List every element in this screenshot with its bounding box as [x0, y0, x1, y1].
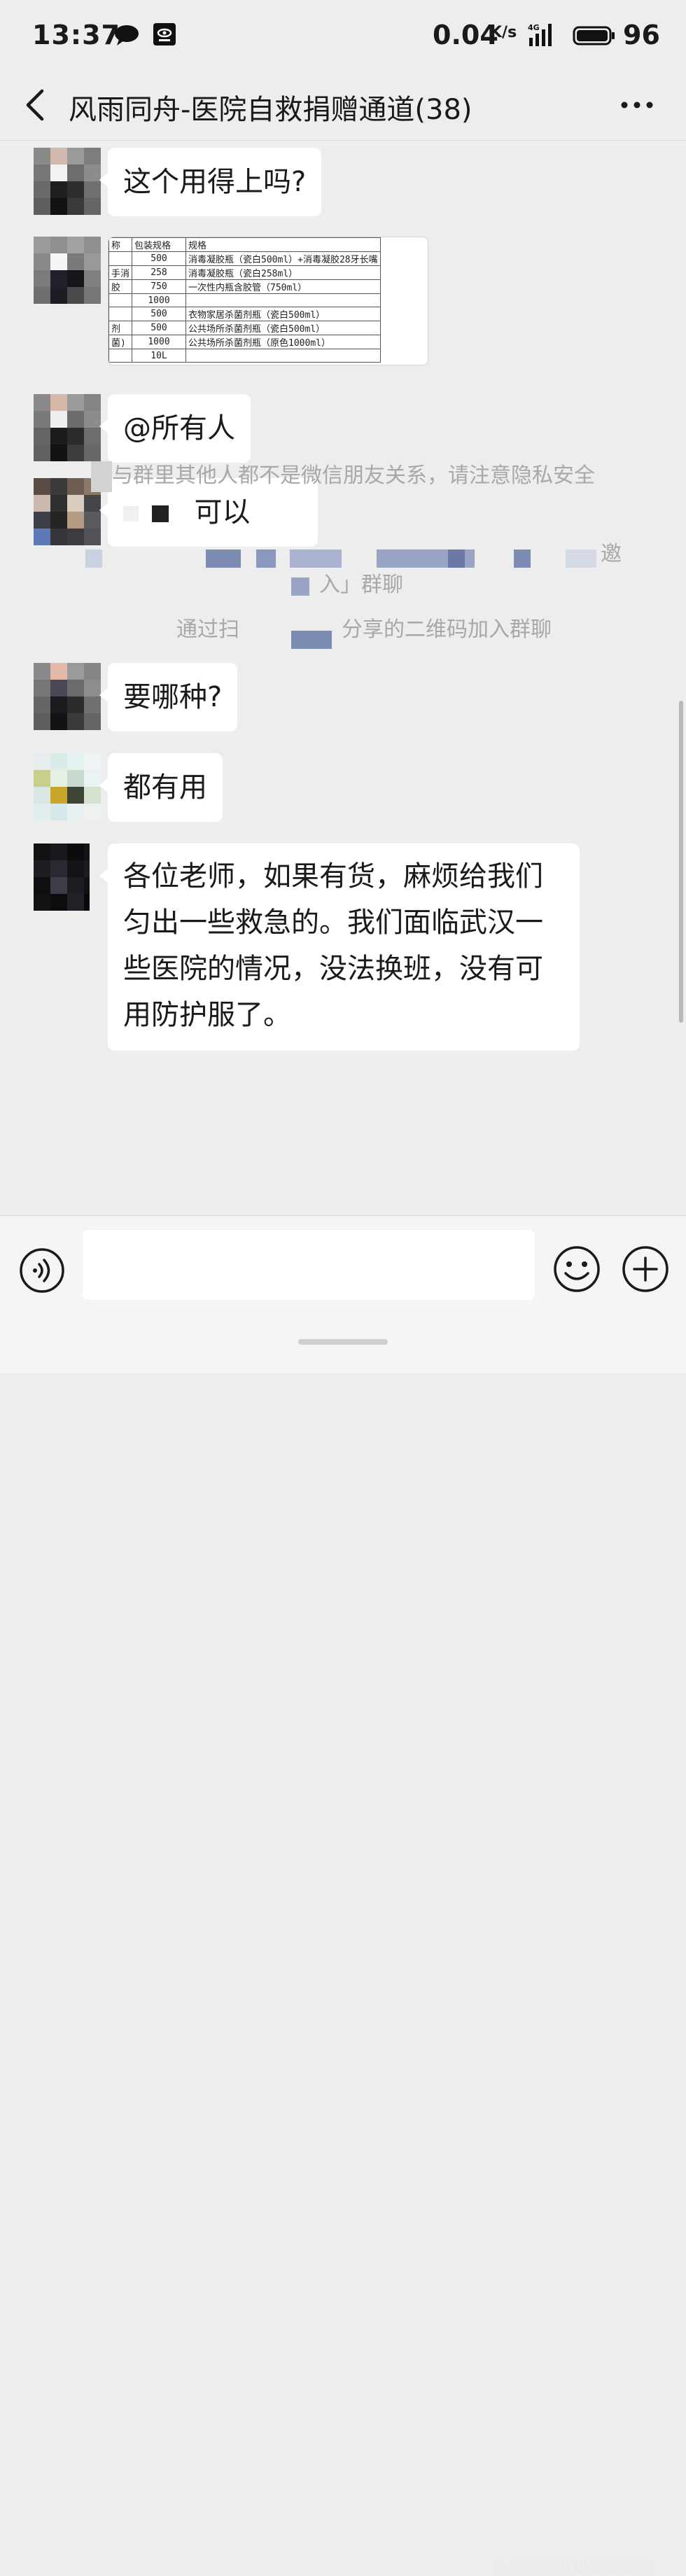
net-speed: 0.04: [433, 20, 498, 50]
redacted-block: [151, 505, 169, 522]
table-cell: [108, 349, 133, 363]
scrollbar[interactable]: [679, 701, 683, 1023]
chat-header: 风雨同舟-医院自救捐赠通道(38): [0, 70, 686, 141]
signal-icon: 4G: [528, 23, 552, 46]
system-notice-text: 邀: [601, 542, 622, 566]
table-cell: 500: [132, 251, 187, 266]
table-cell: 剂: [108, 321, 133, 335]
system-notice: 与群里其他人都不是微信朋友关系，请注意隐私安全: [63, 460, 623, 492]
avatar[interactable]: [34, 753, 101, 820]
avatar[interactable]: [34, 394, 101, 461]
table-cell: 500: [132, 307, 187, 321]
back-arrow-icon[interactable]: [18, 85, 55, 125]
table-cell: [186, 293, 381, 307]
spreadsheet-table: 称 包装规格 规格 500 消毒凝胶瓶（瓷白500ml）+消毒凝胶28牙长嘴 手…: [108, 237, 381, 363]
table-cell: 衣物家居杀菌剂瓶（瓷白500ml）: [186, 307, 381, 321]
message-bubble[interactable]: 都有用: [99, 753, 223, 822]
table-row: 剂 500 公共场所杀菌剂瓶（瓷白500ml）: [108, 321, 381, 335]
table-cell: 菌): [108, 335, 133, 349]
table-cell: [108, 307, 133, 321]
chat-history[interactable]: 这个用得上吗? 称 包装规格 规格 500 消毒凝胶瓶（瓷白500ml）+消毒凝…: [0, 141, 686, 1214]
table-row: 500 衣物家居杀菌剂瓶（瓷白500ml）: [108, 307, 381, 321]
table-cell: 1000: [132, 335, 187, 349]
table-cell: [108, 293, 133, 307]
image-message[interactable]: 称 包装规格 规格 500 消毒凝胶瓶（瓷白500ml）+消毒凝胶28牙长嘴 手…: [108, 237, 428, 365]
battery-percent: 96: [623, 20, 660, 50]
emoji-icon[interactable]: [552, 1244, 602, 1294]
avatar[interactable]: [34, 844, 90, 911]
avatar[interactable]: [34, 237, 101, 304]
table-row: 10L: [108, 349, 381, 363]
battery-icon: [573, 26, 615, 46]
table-cell: 500: [132, 321, 187, 335]
table-header-row: 称 包装规格 规格: [108, 237, 381, 252]
table-cell: 规格: [186, 237, 381, 252]
chat-title: 风雨同舟-医院自救捐赠通道(38): [69, 94, 472, 126]
table-cell: 消毒凝胶瓶（瓷白258ml）: [186, 265, 381, 280]
watermark: 头条社区/nCoV之公益_科: [496, 2558, 657, 2575]
table-cell: 258: [132, 265, 187, 280]
table-cell: 手消: [108, 265, 133, 280]
redacted-block: [123, 506, 139, 522]
table-row: 1000: [108, 293, 381, 307]
plus-icon[interactable]: [620, 1244, 671, 1294]
table-cell: [108, 251, 133, 266]
redacted-block: [91, 461, 112, 492]
message-bubble[interactable]: @所有人: [99, 394, 251, 463]
system-notice-text: 入」群聊: [319, 573, 403, 597]
table-row: 胶 750 一次性内瓶含胶管（750ml）: [108, 279, 381, 294]
net-speed-unit: K/s: [490, 24, 517, 41]
table-cell: 称: [108, 237, 133, 252]
chat-bubble-icon: [115, 25, 139, 46]
system-notice-text: 分享的二维码加入群聊: [342, 617, 552, 642]
table-cell: 10L: [132, 349, 187, 363]
table-cell: 1000: [132, 293, 187, 307]
table-cell: [186, 349, 381, 363]
table-cell: 包装规格: [132, 237, 187, 252]
system-notice-text: 通过扫: [176, 617, 239, 642]
table-row: 手消 258 消毒凝胶瓶（瓷白258ml）: [108, 265, 381, 280]
table-row: 菌) 1000 公共场所杀菌剂瓶（原色1000ml）: [108, 335, 381, 349]
table-cell: 胶: [108, 279, 133, 294]
more-dots-icon[interactable]: [616, 90, 658, 120]
message-text: 可以: [194, 496, 251, 528]
table-cell: 一次性内瓶含胶管（750ml）: [186, 279, 381, 294]
system-notice: 通过扫 分享的二维码加入群聊: [0, 614, 686, 649]
table-cell: 750: [132, 279, 187, 294]
voice-icon[interactable]: [18, 1247, 66, 1294]
table-row: 500 消毒凝胶瓶（瓷白500ml）+消毒凝胶28牙长嘴: [108, 251, 381, 266]
app-icon: [153, 23, 176, 46]
message-bubble[interactable]: 要哪种?: [99, 663, 238, 732]
table-cell: 公共场所杀菌剂瓶（原色1000ml）: [186, 335, 381, 349]
table-cell: 公共场所杀菌剂瓶（瓷白500ml）: [186, 321, 381, 335]
home-indicator[interactable]: [298, 1339, 388, 1345]
table-cell: 消毒凝胶瓶（瓷白500ml）+消毒凝胶28牙长嘴: [186, 251, 381, 266]
input-bar: 头条社区/nCoV之公益_科: [0, 1215, 686, 2575]
svg-text:4G: 4G: [528, 23, 540, 32]
status-time: 13:37: [32, 20, 120, 50]
message-bubble[interactable]: 这个用得上吗?: [99, 148, 322, 216]
message-input[interactable]: [83, 1230, 535, 1300]
message-bubble[interactable]: 各位老师，如果有货，麻烦给我们匀出一些救急的。我们面临武汉一些医院的情况，没法换…: [99, 844, 580, 1051]
avatar[interactable]: [34, 663, 101, 730]
system-notice-text: 与群里其他人都不是微信朋友关系，请注意隐私安全: [112, 463, 595, 488]
status-bar: 13:37 0.04 K/s 4G 96: [0, 0, 686, 70]
system-notice: 邀 入」群聊: [0, 538, 686, 601]
avatar[interactable]: [34, 148, 101, 215]
